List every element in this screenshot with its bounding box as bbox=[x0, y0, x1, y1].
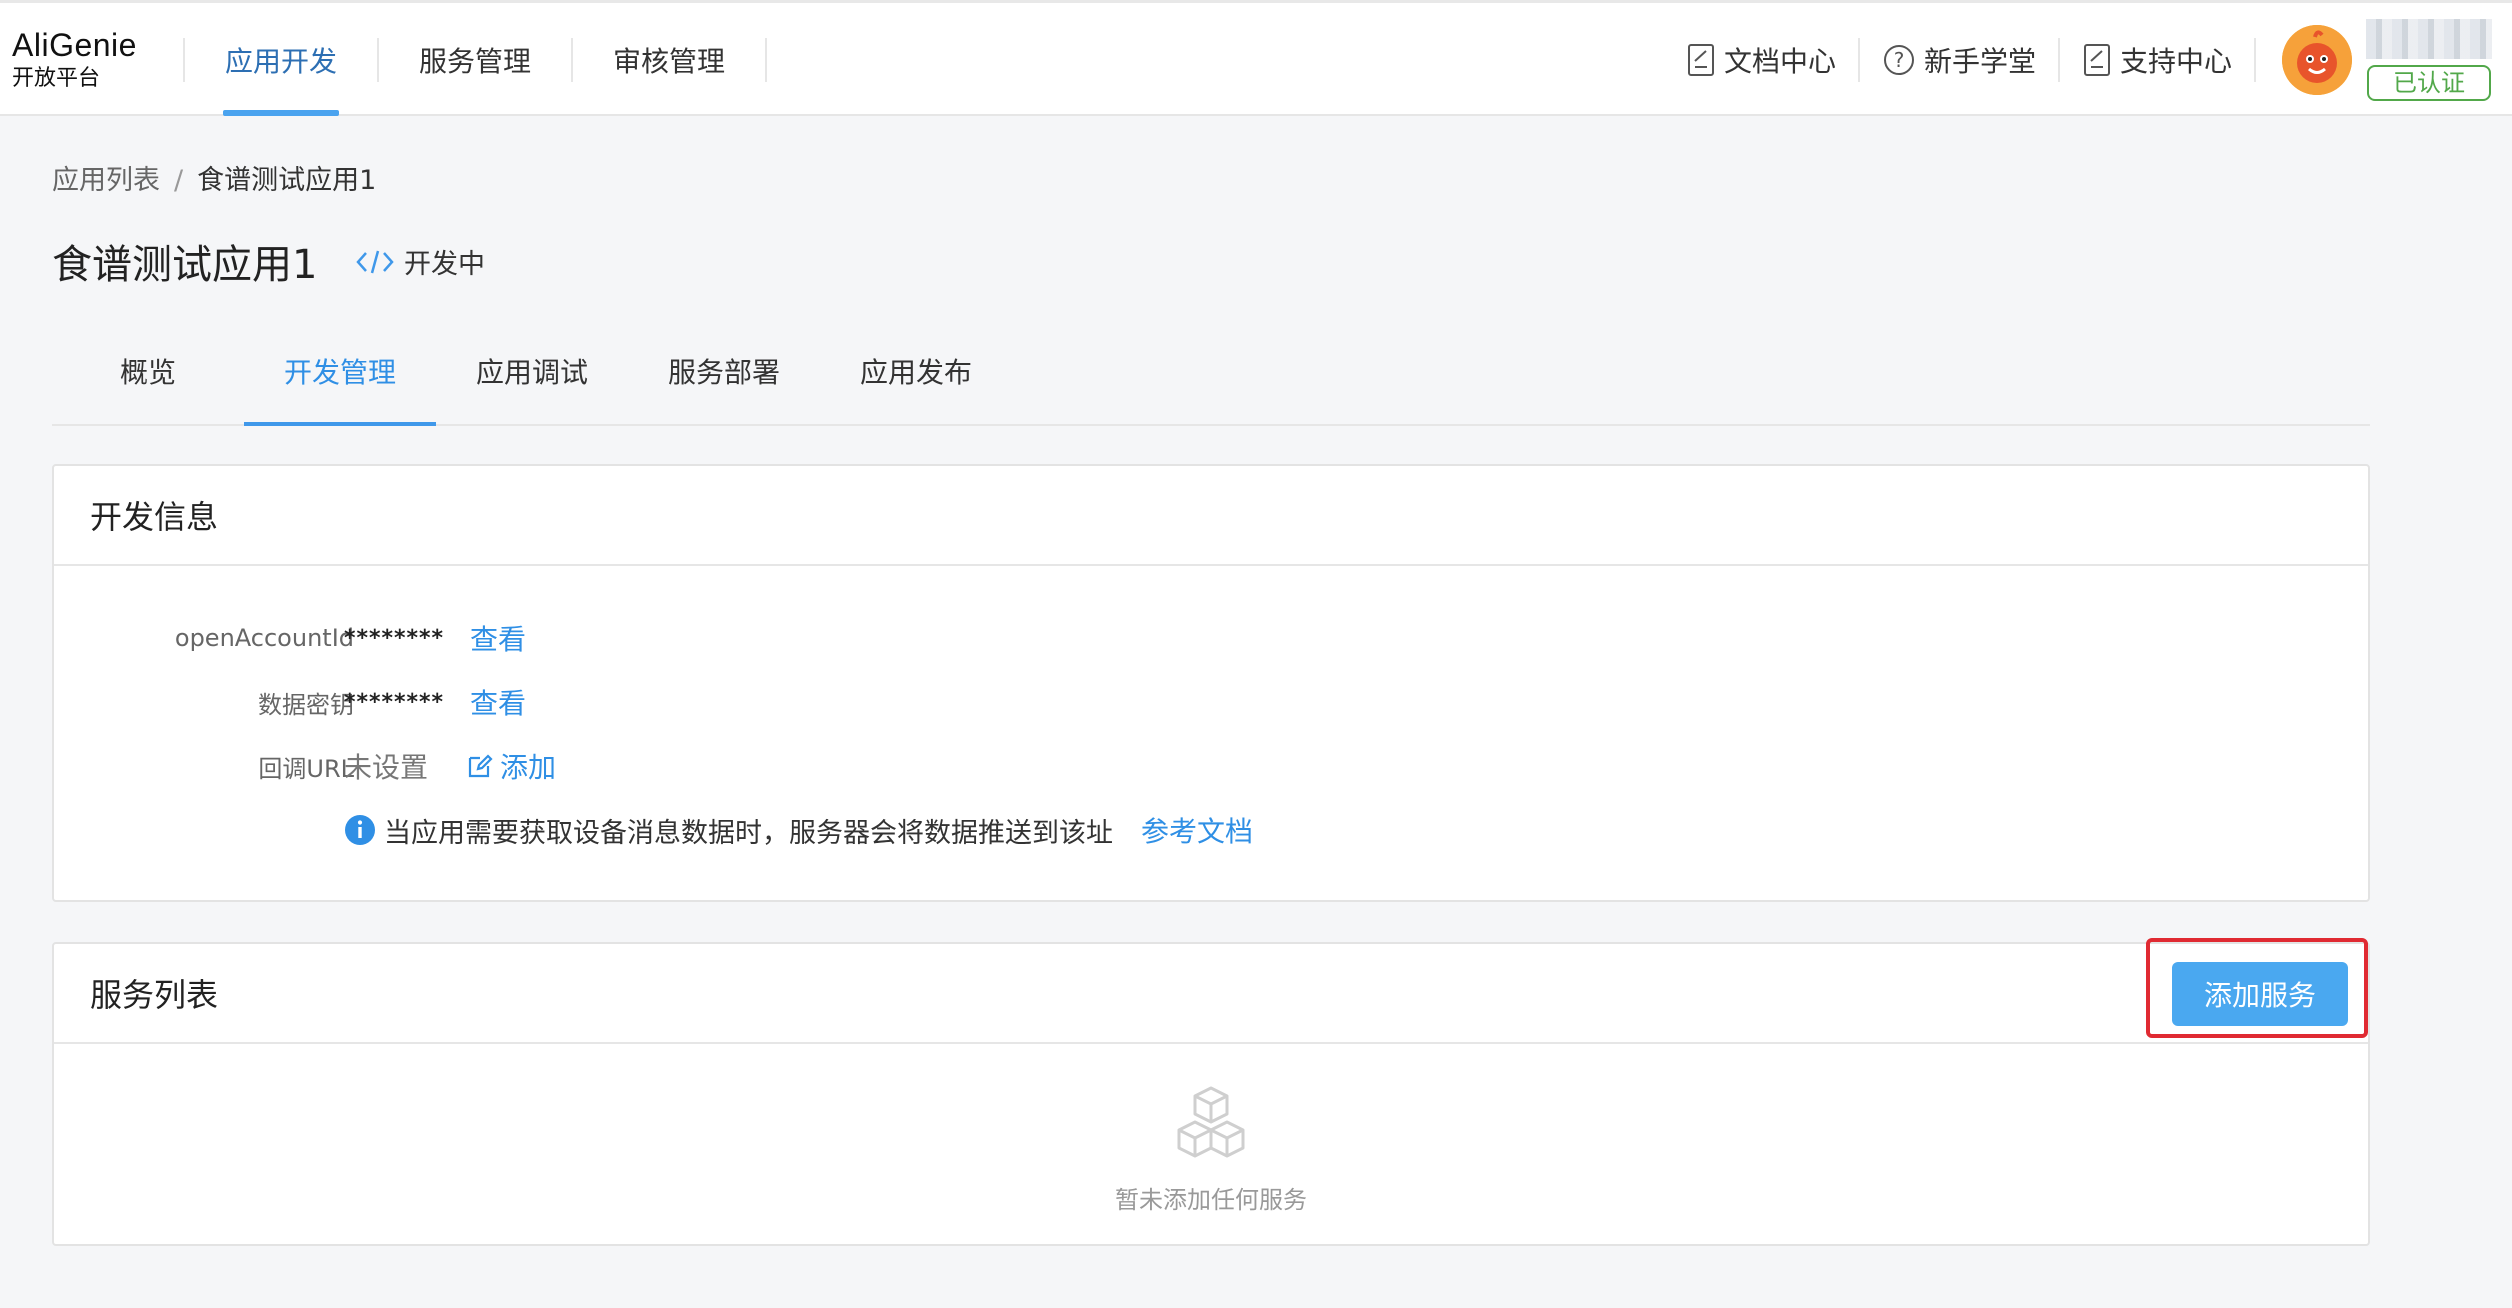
service-list-title: 服务列表 bbox=[54, 944, 2368, 1044]
user-info: 已认证 bbox=[2366, 18, 2492, 101]
tab-overview[interactable]: 概览 bbox=[52, 340, 244, 424]
tab-dev-management[interactable]: 开发管理 bbox=[244, 340, 436, 426]
nav-item-app-dev[interactable]: 应用开发 bbox=[185, 3, 377, 116]
breadcrumb: 应用列表 / 食谱测试应用1 bbox=[52, 158, 376, 197]
dev-info-title: 开发信息 bbox=[54, 466, 2368, 566]
empty-state-text: 暂未添加任何服务 bbox=[1115, 1186, 1307, 1214]
support-center-label: 支持中心 bbox=[2119, 44, 2232, 78]
nav-item-review-mgmt[interactable]: 审核管理 bbox=[573, 3, 765, 116]
callback-url-add-label: 添加 bbox=[500, 751, 557, 784]
dev-info-card: 开发信息 openAccountId ******** 查看 数据密钥 ****… bbox=[52, 464, 2370, 902]
question-circle-icon: ? bbox=[1883, 44, 1914, 75]
reference-doc-link[interactable]: 参考文档 bbox=[1141, 810, 1253, 850]
doc-center-label: 文档中心 bbox=[1723, 44, 1836, 78]
empty-state: 暂未添加任何服务 bbox=[54, 1084, 2368, 1215]
open-account-value: ******** bbox=[344, 625, 445, 651]
logo-title: AliGenie bbox=[12, 27, 137, 63]
info-icon bbox=[345, 815, 375, 845]
nav-item-service-mgmt[interactable]: 服务管理 bbox=[379, 3, 571, 116]
main-nav: 应用开发 服务管理 审核管理 bbox=[183, 3, 768, 116]
tab-service-deploy[interactable]: 服务部署 bbox=[628, 340, 820, 424]
cubes-icon bbox=[1177, 1086, 1245, 1158]
logo-subtitle: 开放平台 bbox=[12, 66, 101, 91]
mascot-avatar[interactable] bbox=[2282, 24, 2352, 95]
beginner-academy-link[interactable]: ? 新手学堂 bbox=[1860, 40, 2058, 80]
logo[interactable]: AliGenie 开放平台 bbox=[12, 27, 137, 93]
code-icon bbox=[356, 250, 394, 273]
doc-center-link[interactable]: 文档中心 bbox=[1664, 40, 1858, 80]
tab-app-debug[interactable]: 应用调试 bbox=[436, 340, 628, 424]
data-key-row: 数据密钥 ******** 查看 bbox=[54, 682, 1254, 722]
open-account-row: openAccountId ******** 查看 bbox=[54, 618, 1254, 658]
right-nav: 文档中心 ? 新手学堂 支持中心 已认证 bbox=[1664, 3, 2512, 116]
breadcrumb-current: 食谱测试应用1 bbox=[197, 165, 377, 196]
open-account-view-link[interactable]: 查看 bbox=[470, 618, 526, 658]
callback-tip: 当应用需要获取设备消息数据时，服务器会将数据推送到该址 参考文档 bbox=[344, 810, 1744, 850]
tab-bar: 概览 开发管理 应用调试 服务部署 应用发布 bbox=[52, 340, 2370, 426]
data-key-view-link[interactable]: 查看 bbox=[470, 682, 526, 722]
callback-url-value: 未设置 bbox=[344, 751, 429, 784]
data-key-value: ******** bbox=[344, 689, 445, 715]
svg-text:?: ? bbox=[1894, 48, 1905, 72]
tab-app-publish[interactable]: 应用发布 bbox=[820, 340, 1012, 424]
service-list-card: 服务列表 添加服务 暂未添加任何服务 bbox=[52, 942, 2370, 1246]
callback-url-add-link[interactable]: 添加 bbox=[466, 746, 556, 786]
beginner-academy-label: 新手学堂 bbox=[1923, 44, 2036, 78]
callback-tip-text: 当应用需要获取设备消息数据时，服务器会将数据推送到该址 bbox=[384, 817, 1113, 849]
user-menu[interactable]: 已认证 bbox=[2256, 18, 2512, 101]
breadcrumb-separator: / bbox=[174, 165, 184, 196]
highlight-box bbox=[2146, 938, 2368, 1038]
status-label: 开发中 bbox=[404, 249, 485, 280]
nav-divider bbox=[765, 37, 768, 82]
document-icon bbox=[1687, 43, 1714, 76]
edit-document-icon bbox=[2083, 43, 2110, 76]
data-key-label: 数据密钥 bbox=[258, 690, 354, 719]
breadcrumb-app-list[interactable]: 应用列表 bbox=[52, 165, 160, 196]
callback-url-label: 回调URL bbox=[258, 754, 354, 783]
page-title: 食谱测试应用1 bbox=[52, 242, 318, 288]
status-badge: 开发中 bbox=[356, 242, 485, 281]
edit-icon bbox=[468, 754, 493, 778]
support-center-link[interactable]: 支持中心 bbox=[2060, 40, 2254, 80]
blurred-username bbox=[2366, 18, 2492, 59]
callback-url-row: 回调URL 未设置 添加 bbox=[54, 746, 1254, 786]
open-account-label: openAccountId bbox=[174, 624, 354, 652]
verified-badge: 已认证 bbox=[2367, 64, 2491, 101]
top-navigation-bar: AliGenie 开放平台 应用开发 服务管理 审核管理 文档中心 ? 新手学堂 bbox=[0, 0, 2512, 116]
